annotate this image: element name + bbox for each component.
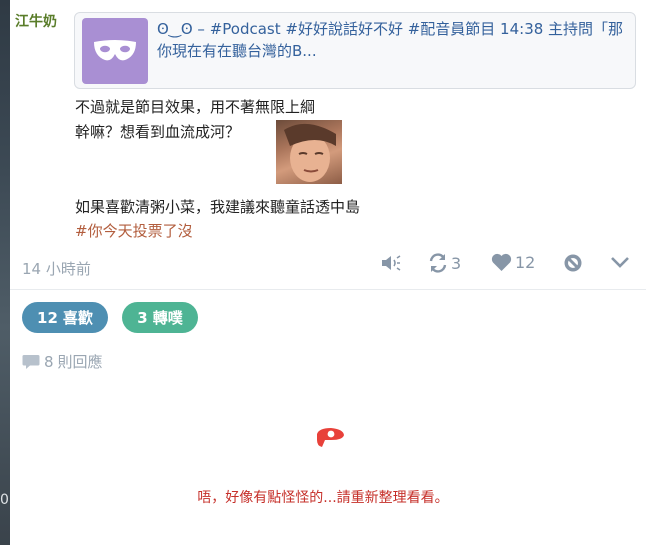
link-preview-card[interactable]: ʘ‿ʘ – #Podcast #好好說話好不好 #配音員節目 14:38 主持問… xyxy=(74,12,636,89)
mask-icon xyxy=(82,18,148,84)
reply-count-label: 則回應 xyxy=(57,353,103,371)
hashtag-link[interactable]: #你今天投票了沒 xyxy=(75,220,193,241)
replurk-button[interactable]: 3 xyxy=(428,253,461,273)
more-button[interactable] xyxy=(610,255,630,269)
background-edge: 0 xyxy=(0,0,10,545)
replurk-icon xyxy=(429,253,447,273)
like-count: 12 xyxy=(515,253,536,272)
replurks-pill-label: 轉噗 xyxy=(152,309,183,327)
likes-pill[interactable]: 12 喜歡 xyxy=(22,302,108,333)
reply-count[interactable]: 8 則回應 xyxy=(22,351,103,372)
speech-bubble-icon xyxy=(22,354,40,369)
divider xyxy=(10,289,646,290)
author-name[interactable]: 江牛奶 xyxy=(15,11,57,31)
plurk-logo-icon xyxy=(313,426,347,452)
mute-button[interactable] xyxy=(380,254,402,272)
heart-icon xyxy=(491,253,512,271)
chevron-down-icon xyxy=(611,257,629,268)
replurks-pill-count: 3 xyxy=(137,308,148,327)
post-actions: 3 12 xyxy=(380,252,636,276)
post-line-3: 如果喜歡清粥小菜，我建議來聽童話透中島 xyxy=(75,198,361,216)
mute-thread-button[interactable] xyxy=(563,253,583,273)
post-timestamp[interactable]: 14 小時前 xyxy=(22,258,91,279)
reaction-photo[interactable] xyxy=(276,120,342,184)
replurk-count: 3 xyxy=(451,253,462,273)
block-icon xyxy=(564,254,582,272)
error-message: 唔，好像有點怪怪的...請重新整理看看。 xyxy=(197,490,449,506)
likes-pill-count: 12 xyxy=(37,308,58,327)
speaker-icon xyxy=(382,255,401,271)
like-button[interactable]: 12 xyxy=(491,253,535,272)
likes-pill-label: 喜歡 xyxy=(62,309,93,327)
post-line-1: 不過就是節目效果，用不著無限上綱 xyxy=(75,98,316,116)
post-line-2: 幹嘛？想看到血流成河？ xyxy=(75,123,241,141)
replurks-pill[interactable]: 3 轉噗 xyxy=(122,302,198,333)
card-title[interactable]: ʘ‿ʘ – #Podcast #好好說話好不好 #配音員節目 14:38 主持問… xyxy=(157,18,632,62)
reply-count-number: 8 xyxy=(44,352,54,371)
